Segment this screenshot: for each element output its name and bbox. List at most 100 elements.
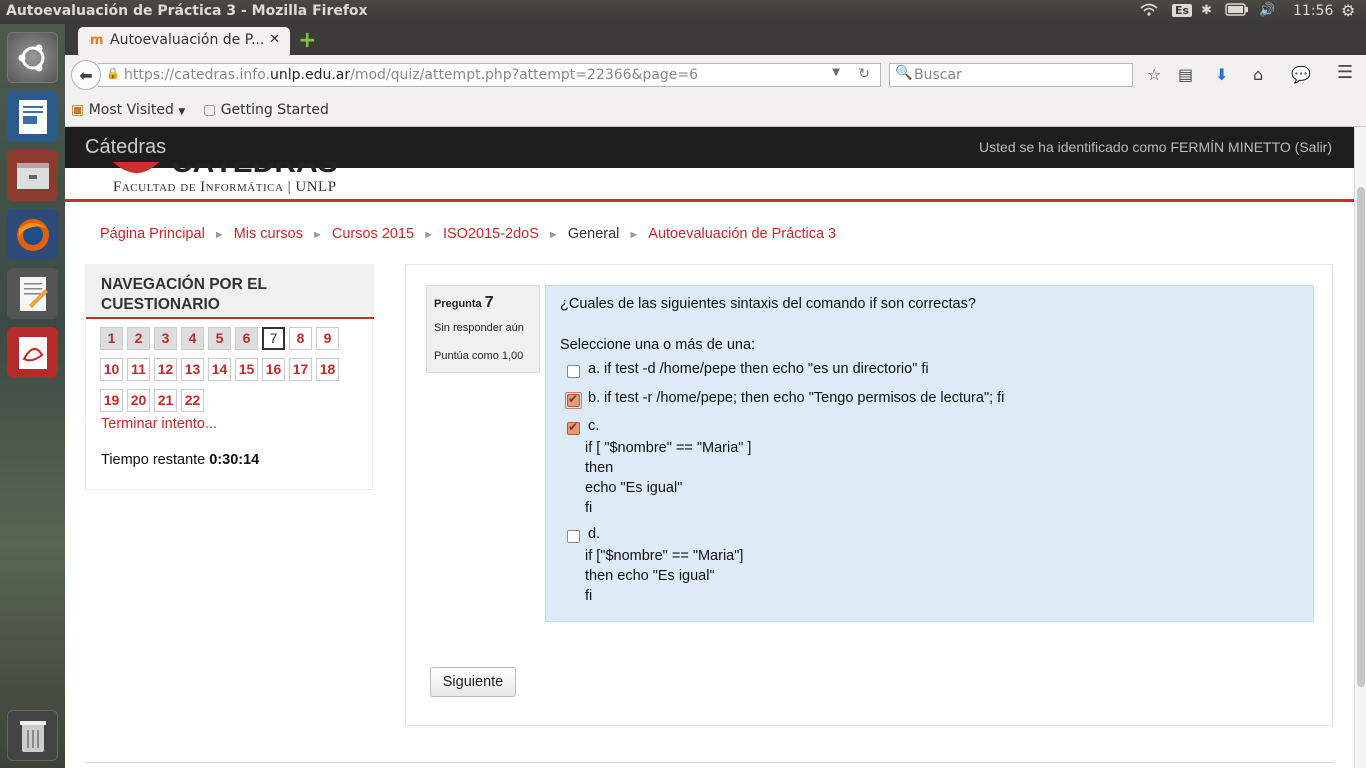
quiz-navigation-block: NAVEGACIÓN POR EL CUESTIONARIO 123456789… [85,264,374,490]
question-nav-button[interactable]: 13 [181,358,204,381]
chat-icon[interactable]: 💬 [1291,65,1311,84]
answer-line: fi [585,500,593,516]
question-nav-button[interactable]: 5 [208,327,231,350]
reload-icon[interactable]: ↻ [858,66,870,82]
page-icon: ▢ [203,102,217,118]
answer-checkbox[interactable] [567,420,580,435]
bookmarks-toolbar: ▣ Most Visited ▼ ▢ Getting Started [65,95,1366,127]
question-label: Pregunta [434,298,482,310]
question-nav-button[interactable]: 22 [181,389,204,412]
question-nav-button[interactable]: 12 [154,358,177,381]
quiz-main-region: Pregunta 7 Sin responder aún Puntúa como… [405,264,1333,726]
system-top-panel: Autoevaluación de Práctica 3 - Mozilla F… [0,0,1366,24]
back-button[interactable]: ⬅ [71,60,101,90]
getting-started-bookmark[interactable]: ▢ Getting Started [203,102,329,118]
bluetooth-icon[interactable]: ✱ [1201,3,1212,18]
question-grade: Puntúa como 1,00 [434,350,524,362]
scrollbar-thumb[interactable] [1357,187,1365,687]
breadcrumb-item[interactable]: Mis cursos [234,226,303,242]
question-nav-button[interactable]: 10 [100,358,123,381]
writer-document-icon[interactable] [7,91,58,142]
site-brand[interactable]: Cátedras [85,136,166,159]
bookmark-star-icon[interactable]: ☆ [1147,65,1161,84]
most-visited-button[interactable]: ▣ Most Visited ▼ [71,102,185,118]
breadcrumb-separator-icon: ► [628,229,640,241]
breadcrumb-separator-icon: ► [547,229,559,241]
breadcrumb-separator-icon: ► [423,229,434,241]
url-prefix: https://catedras.info. [124,67,270,83]
answer-line: then echo "Es igual" [585,568,715,584]
question-nav-button[interactable]: 1 [100,327,123,350]
question-nav-button[interactable]: 19 [100,389,123,412]
question-nav-button[interactable]: 9 [316,327,339,350]
battery-icon[interactable] [1225,3,1249,20]
question-nav-button[interactable]: 20 [127,389,150,412]
question-state: Sin responder aún [434,322,524,334]
home-icon[interactable]: ⌂ [1253,65,1263,84]
answer-line: if ["$nombre" == "Maria"] [585,548,744,564]
answer-text: if ["$nombre" == "Maria"] then echo "Es … [585,546,743,606]
finish-attempt-link[interactable]: Terminar intento... [101,416,217,432]
breadcrumb-current: General [567,226,620,242]
answer-checkbox[interactable] [567,392,580,407]
question-number-value: 7 [484,294,494,311]
reading-list-icon[interactable]: ▤ [1178,65,1193,84]
question-nav-button[interactable]: 18 [316,358,339,381]
question-nav-button[interactable]: 2 [127,327,150,350]
question-nav-button[interactable]: 16 [262,358,285,381]
breadcrumb-item[interactable]: ISO2015-2doS [443,226,539,242]
logo-text: Facultad de Informática | UNLP [113,179,337,195]
page-scrollbar[interactable] [1354,127,1366,768]
close-tab-icon[interactable]: ✕ [269,32,280,47]
login-info[interactable]: Usted se ha identificado como FERMÍN MIN… [979,139,1332,155]
browser-window: m Autoevaluación de P... ✕ + 🔒 https://c… [65,24,1366,768]
header-divider [65,199,1354,202]
answer-checkbox[interactable] [567,365,580,378]
timer-value: 0:30:14 [209,452,260,468]
search-icon: 🔍 [895,65,913,81]
question-nav-button[interactable]: 21 [154,389,177,412]
downloads-icon[interactable]: ⬇ [1215,65,1228,84]
firefox-icon[interactable] [7,209,58,260]
breadcrumb-item[interactable]: Cursos 2015 [332,226,414,242]
question-nav-button[interactable]: 6 [235,327,258,350]
ubuntu-dash-icon[interactable] [7,32,58,83]
document-viewer-icon[interactable] [7,327,58,378]
breadcrumb-item[interactable]: Autoevaluación de Práctica 3 [648,226,836,242]
question-nav-button[interactable]: 11 [127,358,150,381]
question-nav-button[interactable]: 8 [289,327,312,350]
footer-divider [85,762,1335,763]
wifi-icon[interactable] [1140,3,1158,21]
text-editor-icon[interactable] [7,268,58,319]
question-info: Pregunta 7 Sin responder aún Puntúa como… [426,285,540,373]
question-nav-button[interactable]: 4 [181,327,204,350]
menu-hamburger-icon[interactable]: ☰ [1337,62,1353,83]
answer-checkbox[interactable] [567,530,580,543]
question-nav-button[interactable]: 3 [154,327,177,350]
question-number: Pregunta 7 [434,294,539,312]
next-button[interactable]: Siguiente [430,667,516,697]
question-nav-button[interactable]: 14 [208,358,231,381]
question-nav-button[interactable]: 15 [235,358,258,381]
clock[interactable]: 11:56 [1293,3,1333,19]
tab-active[interactable]: m Autoevaluación de P... ✕ [78,27,290,55]
nav-toolbar: 🔒 https://catedras.info.unlp.edu.ar/mod/… [65,55,1366,95]
volume-icon[interactable]: 🔊 [1259,3,1275,18]
url-dropdown-icon[interactable]: ▼ [832,67,840,78]
keyboard-layout-indicator[interactable]: Es [1172,4,1193,17]
question-text: ¿Cuales de las siguientes sintaxis del c… [560,296,976,312]
question-nav-button[interactable]: 7 [262,327,285,350]
back-arrow-icon: ⬅ [79,65,93,85]
trash-icon[interactable] [7,710,58,761]
breadcrumb-item[interactable]: Página Principal [100,226,205,242]
new-tab-plus-icon[interactable]: + [298,28,316,53]
site-logo[interactable]: CÁTEDRAS Facultad de Informática | UNLP [113,162,513,198]
breadcrumb: Página Principal ► Mis cursos ► Cursos 2015 ►… [100,226,836,242]
search-input[interactable]: 🔍 Buscar [889,63,1133,87]
settings-gear-icon[interactable]: ⚙ [1341,1,1355,20]
tab-bar: m Autoevaluación de P... ✕ + [65,24,1366,55]
question-nav-button[interactable]: 17 [289,358,312,381]
question-content: ¿Cuales de las siguientes sintaxis del c… [545,285,1314,622]
url-bar[interactable]: 🔒 https://catedras.info.unlp.edu.ar/mod/… [98,63,881,87]
file-manager-icon[interactable] [7,150,58,201]
